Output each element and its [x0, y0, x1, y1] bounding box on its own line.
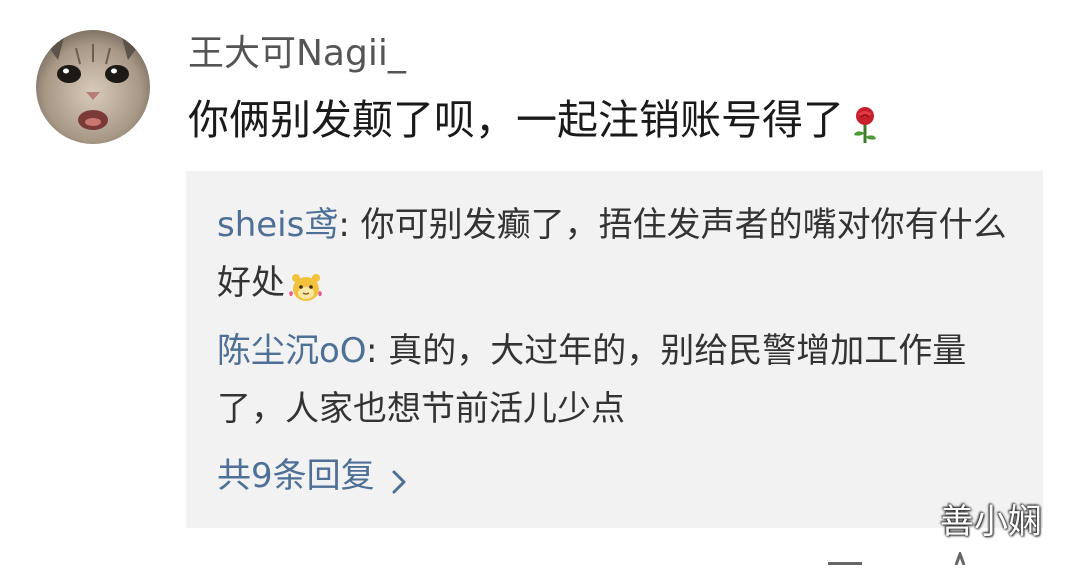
comment-body: 你俩别发颠了呗，一起注销账号得了 [188, 96, 844, 144]
reply-separator: : [365, 331, 389, 371]
reply-author[interactable]: sheis鸢 [217, 205, 338, 245]
comment-author[interactable]: 王大可Nagii_ [188, 30, 406, 78]
hamster-emoji-icon [287, 266, 325, 304]
replies-panel: sheis鸢: 你可别发癫了，捂住发声者的嘴对你有什么好处 陈尘沉oO: 真的，… [186, 171, 1043, 528]
comment-text: 你俩别发颠了呗，一起注销账号得了 [188, 92, 882, 148]
cat-avatar-image [36, 30, 150, 144]
rose-emoji-icon [848, 103, 882, 143]
avatar[interactable] [36, 30, 150, 144]
reply-author[interactable]: 陈尘沉oO [217, 331, 366, 371]
view-more-replies-link[interactable]: 共9条回复 [217, 447, 417, 505]
comment-icon [828, 562, 862, 565]
watermark: 善小娴 [940, 502, 1042, 542]
more-replies-label: 共9条回复 [217, 456, 375, 496]
bottom-action-icons [820, 549, 1000, 566]
like-icon [954, 549, 966, 566]
reply-separator: : [338, 205, 361, 245]
reply-item[interactable]: sheis鸢: 你可别发癫了，捂住发声者的嘴对你有什么好处 [217, 196, 1017, 312]
chevron-right-icon [381, 460, 417, 496]
reply-item[interactable]: 陈尘沉oO: 真的，大过年的，别给民警增加工作量了，人家也想节前活儿少点 [217, 322, 1017, 438]
